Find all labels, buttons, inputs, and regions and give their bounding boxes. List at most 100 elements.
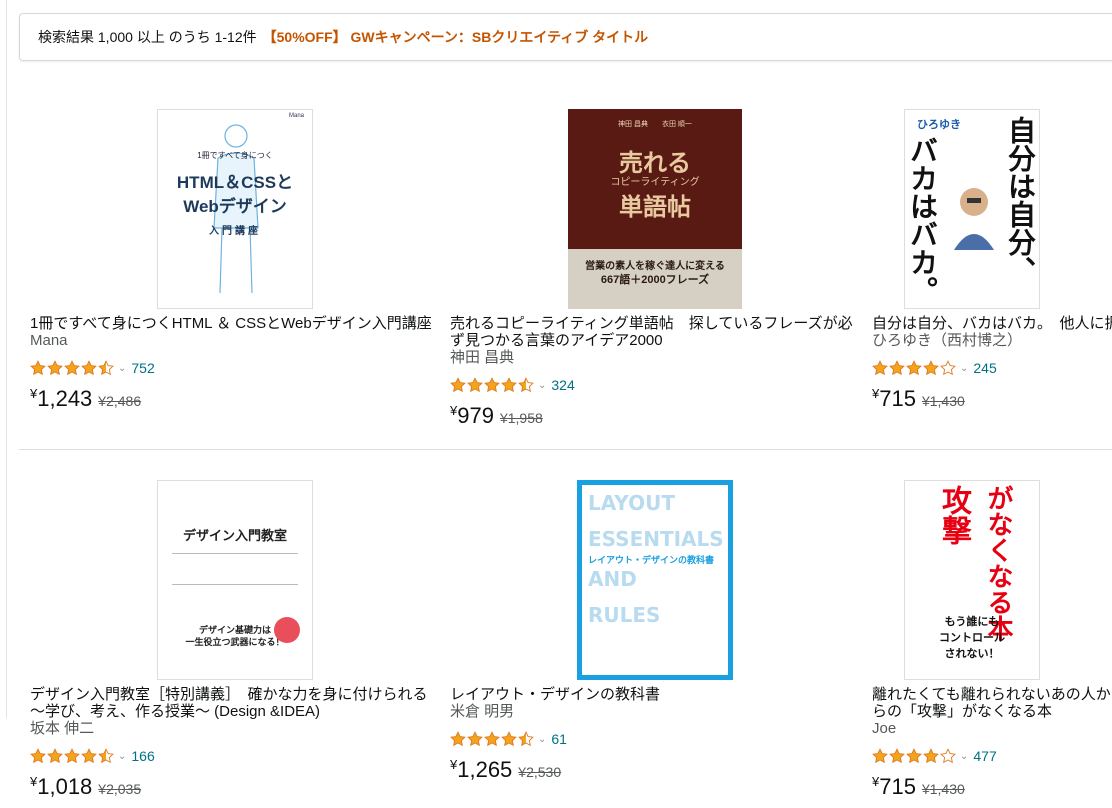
book-cover-image[interactable]: ひろゆき 自分は自分、 バカはバカ。 (904, 109, 1040, 309)
product-title-link[interactable]: 自分は自分、バカはバカ。 他人に振り回されない一人勝ちメンタル術 (872, 315, 1112, 332)
star-rating[interactable] (450, 377, 535, 393)
star-icon (518, 731, 534, 747)
rating-row: ⌄ 752 (30, 358, 440, 378)
review-count-link[interactable]: 245 (973, 360, 996, 376)
star-icon (872, 360, 888, 376)
star-icon (450, 731, 466, 747)
star-rating[interactable] (30, 748, 115, 764)
list-price: ¥2,035 (98, 781, 142, 797)
chevron-down-icon[interactable]: ⌄ (118, 751, 126, 762)
product-card-4: LAYOUT ESSENTIALS レイアウト・デザインの教科書 AND RUL… (450, 480, 860, 783)
book-cover-image[interactable]: LAYOUT ESSENTIALS レイアウト・デザインの教科書 AND RUL… (577, 480, 733, 680)
yen-symbol: ¥ (872, 774, 880, 789)
star-icon (501, 377, 517, 393)
review-count-link[interactable]: 61 (551, 731, 567, 747)
product-card-0: Mana 1冊ですべて身につく HTML＆CSSと Webデザイン 入門講座 1… (30, 109, 440, 412)
current-price[interactable]: 979 (457, 403, 494, 429)
price-row: ¥ 1,243 ¥2,486 (30, 386, 440, 412)
product-title-link[interactable]: デザイン入門教室［特別講義］ 確かな力を身に付けられる ～学び、考え、作る授業～… (30, 686, 440, 720)
star-rating[interactable] (30, 360, 115, 376)
yen-symbol: ¥ (872, 386, 880, 401)
star-icon (940, 748, 956, 764)
yen-symbol: ¥ (450, 757, 458, 772)
star-icon (940, 360, 956, 376)
star-icon (501, 731, 517, 747)
yen-symbol: ¥ (30, 386, 38, 401)
chevron-down-icon[interactable]: ⌄ (960, 751, 968, 762)
product-card-1: 神田 昌典 衣田 順一 売れる コピーライティング 単語帖 営業の素人を稼ぐ達人… (450, 109, 860, 429)
star-icon (923, 360, 939, 376)
list-price: ¥2,530 (518, 764, 562, 780)
current-price[interactable]: 715 (879, 774, 916, 800)
current-price[interactable]: 1,265 (457, 757, 512, 783)
product-author: 米倉 明男 (450, 703, 515, 720)
rating-row: ⌄ 245 (872, 358, 1112, 378)
star-icon (484, 731, 500, 747)
star-icon (467, 731, 483, 747)
price-row: ¥ 715 ¥1,430 (872, 386, 1112, 412)
product-author: Mana (30, 332, 68, 349)
book-cover-image[interactable]: 攻撃 がなくなる本 もう誰にも コントロール されない！ (904, 480, 1040, 680)
chevron-down-icon[interactable]: ⌄ (538, 380, 546, 391)
star-icon (872, 748, 888, 764)
book-cover-image[interactable]: デザイン入門教室 デザイン基礎力は 一生役立つ武器になる！ (157, 480, 313, 680)
price-row: ¥ 1,265 ¥2,530 (450, 757, 860, 783)
star-icon (30, 748, 46, 764)
price-row: ¥ 1,018 ¥2,035 (30, 774, 440, 800)
product-card-3: デザイン入門教室 デザイン基礎力は 一生役立つ武器になる！ デザイン入門教室［特… (30, 480, 440, 800)
product-title-link[interactable]: レイアウト・デザインの教科書 (450, 686, 860, 703)
review-count-link[interactable]: 324 (551, 377, 574, 393)
star-icon (64, 748, 80, 764)
chevron-down-icon[interactable]: ⌄ (538, 734, 546, 745)
price-row: ¥ 715 ¥1,430 (872, 774, 1112, 800)
star-rating[interactable] (450, 731, 535, 747)
rating-row: ⌄ 477 (872, 746, 1112, 766)
current-price[interactable]: 1,243 (37, 386, 92, 412)
current-price[interactable]: 1,018 (37, 774, 92, 800)
product-title-link[interactable]: 売れるコピーライティング単語帖 探しているフレーズが必ず見つかる言葉のアイデア2… (450, 315, 860, 349)
chevron-down-icon[interactable]: ⌄ (960, 363, 968, 374)
current-price[interactable]: 715 (879, 386, 916, 412)
review-count-link[interactable]: 166 (131, 748, 154, 764)
star-icon (30, 360, 46, 376)
star-icon (484, 377, 500, 393)
star-icon (98, 360, 114, 376)
product-card-5: 攻撃 がなくなる本 もう誰にも コントロール されない！ 離れたくても離れられな… (872, 480, 1112, 800)
star-icon (81, 748, 97, 764)
list-price: ¥2,486 (98, 393, 142, 409)
star-icon (923, 748, 939, 764)
book-cover-image[interactable]: Mana 1冊ですべて身につく HTML＆CSSと Webデザイン 入門講座 (157, 109, 313, 309)
chevron-down-icon[interactable]: ⌄ (118, 363, 126, 374)
star-icon (47, 360, 63, 376)
product-title-link[interactable]: 1冊ですべて身につくHTML ＆ CSSとWebデザイン入門講座 (30, 315, 440, 332)
star-icon (467, 377, 483, 393)
rating-row: ⌄ 166 (30, 746, 440, 766)
star-icon (889, 748, 905, 764)
list-price: ¥1,430 (921, 393, 965, 409)
book-cover-image[interactable]: 神田 昌典 衣田 順一 売れる コピーライティング 単語帖 営業の素人を稼ぐ達人… (568, 109, 742, 309)
yen-symbol: ¥ (450, 403, 458, 418)
star-icon (81, 360, 97, 376)
price-row: ¥ 979 ¥1,958 (450, 403, 860, 429)
product-author: Joe (872, 720, 897, 737)
star-icon (906, 360, 922, 376)
product-author: 神田 昌典 (450, 349, 515, 366)
star-icon (906, 748, 922, 764)
star-rating[interactable] (872, 748, 957, 764)
row-divider (19, 449, 1112, 450)
result-count-text: 検索結果 1,000 以上 のうち 1-12件 (38, 29, 257, 45)
search-result-summary: 検索結果 1,000 以上 のうち 1-12件 【50%OFF】 GWキャンペー… (19, 13, 1112, 61)
review-count-link[interactable]: 752 (131, 360, 154, 376)
star-rating[interactable] (872, 360, 957, 376)
star-icon (47, 748, 63, 764)
search-query-text: 【50%OFF】 GWキャンペーン：SBクリエイティブ タイトル (262, 29, 649, 45)
yen-symbol: ¥ (30, 774, 38, 789)
review-count-link[interactable]: 477 (973, 748, 996, 764)
star-icon (64, 360, 80, 376)
star-icon (518, 377, 534, 393)
star-icon (889, 360, 905, 376)
product-author: 坂本 伸二 (30, 720, 95, 737)
rating-row: ⌄ 61 (450, 729, 860, 749)
star-icon (98, 748, 114, 764)
product-title-link[interactable]: 離れたくても離れられないあの人からの「攻撃」がなくなる本 (872, 686, 1112, 720)
